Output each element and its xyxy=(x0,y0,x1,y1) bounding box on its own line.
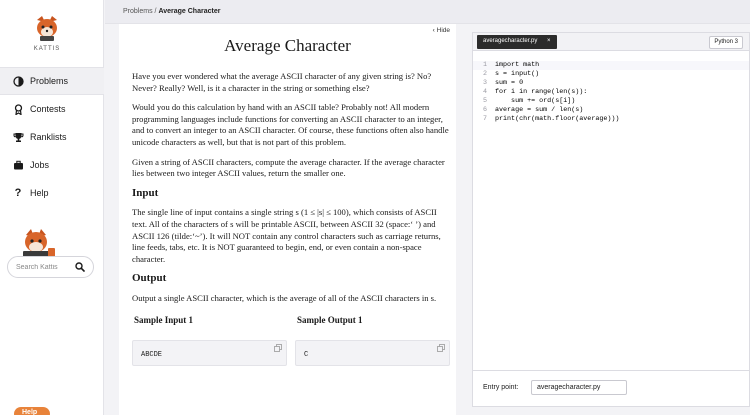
sample-input-value: ABCDE xyxy=(141,351,163,360)
intro-paragraph: Given a string of ASCII characters, comp… xyxy=(132,156,445,179)
sample-input-column: Sample Input 1 ABCDE xyxy=(132,315,287,367)
output-description: Output a single ASCII character, which i… xyxy=(132,292,437,303)
line-number: 3 xyxy=(482,79,487,87)
entry-point-bar: Entry point: averagecharacter.py xyxy=(473,370,749,406)
sidebar-nav: Problems Contests Ranklists Jobs ? Help xyxy=(0,67,104,207)
line-number: 4 xyxy=(482,88,487,96)
sample-input-heading: Sample Input 1 xyxy=(134,314,194,325)
breadcrumb-current: Average Character xyxy=(158,8,221,15)
trophy-icon xyxy=(12,131,24,143)
sample-output-column: Sample Output 1 C xyxy=(295,315,450,367)
code-editor: averagecharacter.py × Python 3 1 import … xyxy=(472,32,750,407)
file-tab[interactable]: averagecharacter.py × xyxy=(477,35,557,49)
problem-panel: ‹ Hide Average Character Have you ever w… xyxy=(119,24,456,415)
logo-text: KATTIS xyxy=(33,46,61,52)
sidebar-item-jobs[interactable]: Jobs xyxy=(0,151,104,179)
code-line: 6 average = sum / len(s) xyxy=(473,106,749,115)
search-input[interactable] xyxy=(16,263,74,271)
code-line: 2 s = input() xyxy=(473,70,749,79)
input-description: The single line of input contains a sing… xyxy=(132,207,441,264)
kattis-logo[interactable] xyxy=(33,14,61,42)
close-icon[interactable]: × xyxy=(547,38,551,44)
code-line: 7 print(chr(math.floor(average))) xyxy=(473,115,749,124)
intro-paragraph: Have you ever wondered what the average … xyxy=(132,71,432,93)
line-number: 7 xyxy=(482,115,487,123)
code-line: 4 for i in range(len(s)): xyxy=(473,88,749,97)
top-bar: Problems / Average Character xyxy=(105,0,750,24)
code-text: import math xyxy=(495,61,540,69)
problems-icon xyxy=(12,75,24,87)
code-area[interactable]: 1 import math 2 s = input() 3 sum = 0 4 … xyxy=(473,61,749,124)
input-heading: Input xyxy=(132,186,159,199)
line-number: 5 xyxy=(482,97,487,105)
entry-point-label: Entry point: xyxy=(483,384,519,391)
sidebar-item-label: Help xyxy=(30,188,49,198)
copy-icon[interactable] xyxy=(274,344,282,352)
sidebar-item-label: Contests xyxy=(30,104,66,114)
briefcase-icon xyxy=(12,159,24,171)
sidebar-item-label: Problems xyxy=(30,76,69,86)
code-text: s = input() xyxy=(495,70,540,78)
sidebar-item-label: Jobs xyxy=(30,160,50,170)
search-box[interactable] xyxy=(7,256,94,278)
sidebar-item-contests[interactable]: Contests xyxy=(0,95,104,123)
sidebar-item-label: Ranklists xyxy=(30,132,67,142)
code-line: 5 sum += ord(s[i]) xyxy=(473,97,749,106)
sidebar: KATTIS Problems Contests Ranklists Jobs xyxy=(0,0,104,415)
sample-table: Sample Input 1 ABCDE Sample Output 1 C xyxy=(132,315,450,367)
search-icon[interactable] xyxy=(75,262,85,272)
code-text: sum += ord(s[i]) xyxy=(495,97,576,105)
help-chip-button[interactable]: Help xyxy=(14,407,50,415)
chevron-left-icon: ‹ xyxy=(432,27,435,34)
sample-input-box: ABCDE xyxy=(132,340,287,367)
breadcrumb-separator: / xyxy=(154,8,157,15)
output-heading: Output xyxy=(132,272,167,285)
editor-tab-bar: averagecharacter.py × Python 3 xyxy=(473,33,749,51)
code-line: 1 import math xyxy=(473,61,749,70)
problem-title: Average Character xyxy=(224,36,351,55)
entry-point-select[interactable]: averagecharacter.py xyxy=(531,380,627,395)
question-icon: ? xyxy=(14,187,22,199)
code-line: 3 sum = 0 xyxy=(473,79,749,88)
sidebar-item-ranklists[interactable]: Ranklists xyxy=(0,123,104,151)
breadcrumb: Problems / Average Character xyxy=(123,8,220,15)
copy-icon[interactable] xyxy=(437,344,445,352)
code-text: for i in range(len(s)): xyxy=(495,88,588,96)
line-number: 1 xyxy=(482,61,487,69)
breadcrumb-problems-link[interactable]: Problems xyxy=(123,8,153,15)
hide-panel-link[interactable]: ‹ Hide xyxy=(433,27,450,34)
code-text: print(chr(math.floor(average))) xyxy=(495,115,620,123)
code-text: average = sum / len(s) xyxy=(495,106,584,114)
language-select[interactable]: Python 3 xyxy=(709,36,743,49)
code-text: sum = 0 xyxy=(495,79,524,87)
sample-output-heading: Sample Output 1 xyxy=(297,314,363,325)
intro-paragraph: Would you do this calculation by hand wi… xyxy=(132,102,449,147)
sample-output-box: C xyxy=(295,340,450,367)
line-number: 6 xyxy=(482,106,487,114)
sidebar-item-problems[interactable]: Problems xyxy=(0,67,104,95)
contests-icon xyxy=(12,103,24,115)
sidebar-item-help[interactable]: ? Help xyxy=(0,179,104,207)
file-tab-label: averagecharacter.py xyxy=(483,38,538,44)
hide-label: Hide xyxy=(436,27,450,34)
line-number: 2 xyxy=(482,70,487,78)
sample-output-value: C xyxy=(304,351,309,360)
problem-body: Have you ever wondered what the average … xyxy=(132,71,450,367)
